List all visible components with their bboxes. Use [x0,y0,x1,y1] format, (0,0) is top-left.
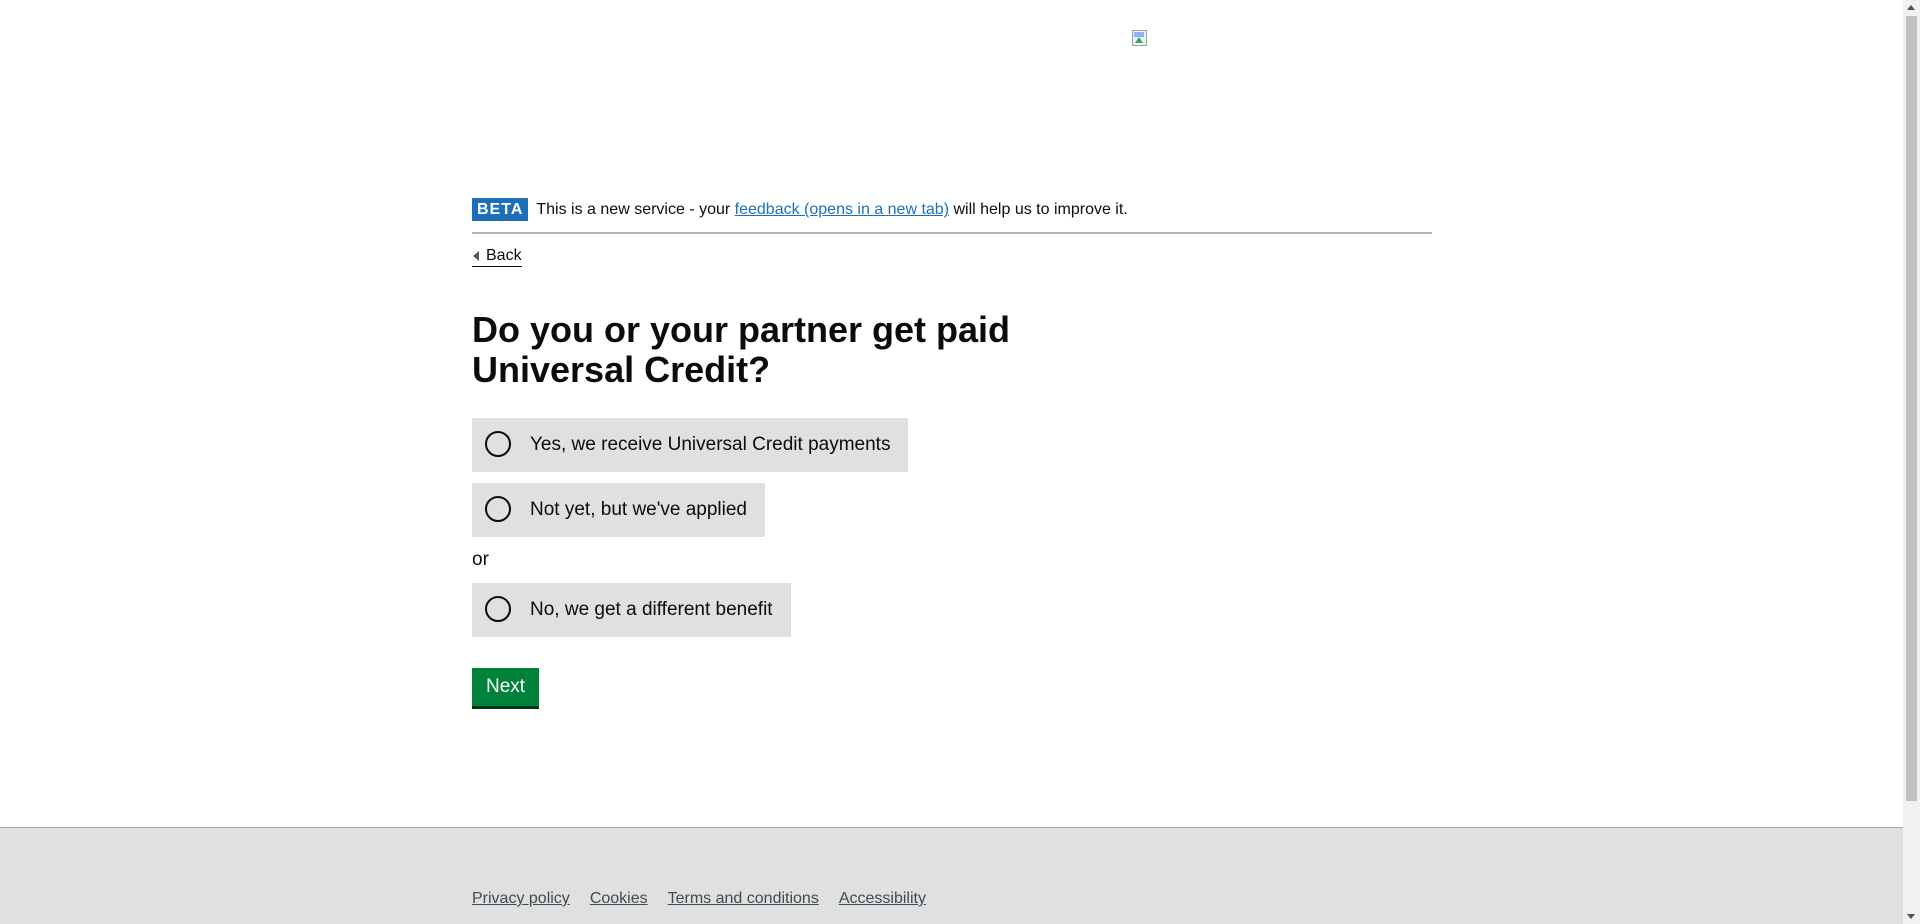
radio-label: Yes, we receive Universal Credit payment… [530,434,891,455]
scroll-up-icon[interactable] [1907,5,1915,10]
footer-link-accessibility[interactable]: Accessibility [839,890,926,908]
page-title: Do you or your partner get paid Universa… [472,309,1011,390]
radio-circle[interactable] [485,496,511,522]
phase-tag: BETA [472,198,529,221]
back-link[interactable]: Back [472,247,522,267]
footer-link-privacy[interactable]: Privacy policy [472,890,570,908]
footer-link-cookies[interactable]: Cookies [590,890,648,908]
footer: Privacy policy Cookies Terms and conditi… [0,827,1903,924]
next-button[interactable]: Next [472,668,540,706]
radio-label: No, we get a different benefit [530,599,773,620]
phase-text-after: will help us to improve it. [949,201,1128,218]
radio-option-different-benefit[interactable]: No, we get a different benefit [472,583,791,637]
scroll-down-icon[interactable] [1907,914,1915,919]
phase-text-before: This is a new service - your [536,201,735,218]
radio-option-yes[interactable]: Yes, we receive Universal Credit payment… [472,418,909,472]
phase-banner: BETA This is a new service - your feedba… [472,198,1432,234]
footer-links: Privacy policy Cookies Terms and conditi… [472,890,926,908]
back-link-label: Back [486,247,522,264]
or-divider: or [472,549,489,570]
feedback-link[interactable]: feedback (opens in a new tab) [735,201,949,218]
footer-link-terms[interactable]: Terms and conditions [668,890,819,908]
phase-banner-text: This is a new service - your feedback (o… [536,198,1127,222]
scrollbar-thumb[interactable] [1906,16,1917,801]
radio-circle[interactable] [485,431,511,457]
broken-image-icon [1132,30,1148,46]
radio-circle[interactable] [485,596,511,622]
vertical-scrollbar[interactable] [1903,0,1920,924]
radio-label: Not yet, but we've applied [530,499,747,520]
radio-option-applied[interactable]: Not yet, but we've applied [472,483,765,537]
page: BETA This is a new service - your feedba… [0,0,1903,924]
back-chevron-icon [473,251,479,261]
